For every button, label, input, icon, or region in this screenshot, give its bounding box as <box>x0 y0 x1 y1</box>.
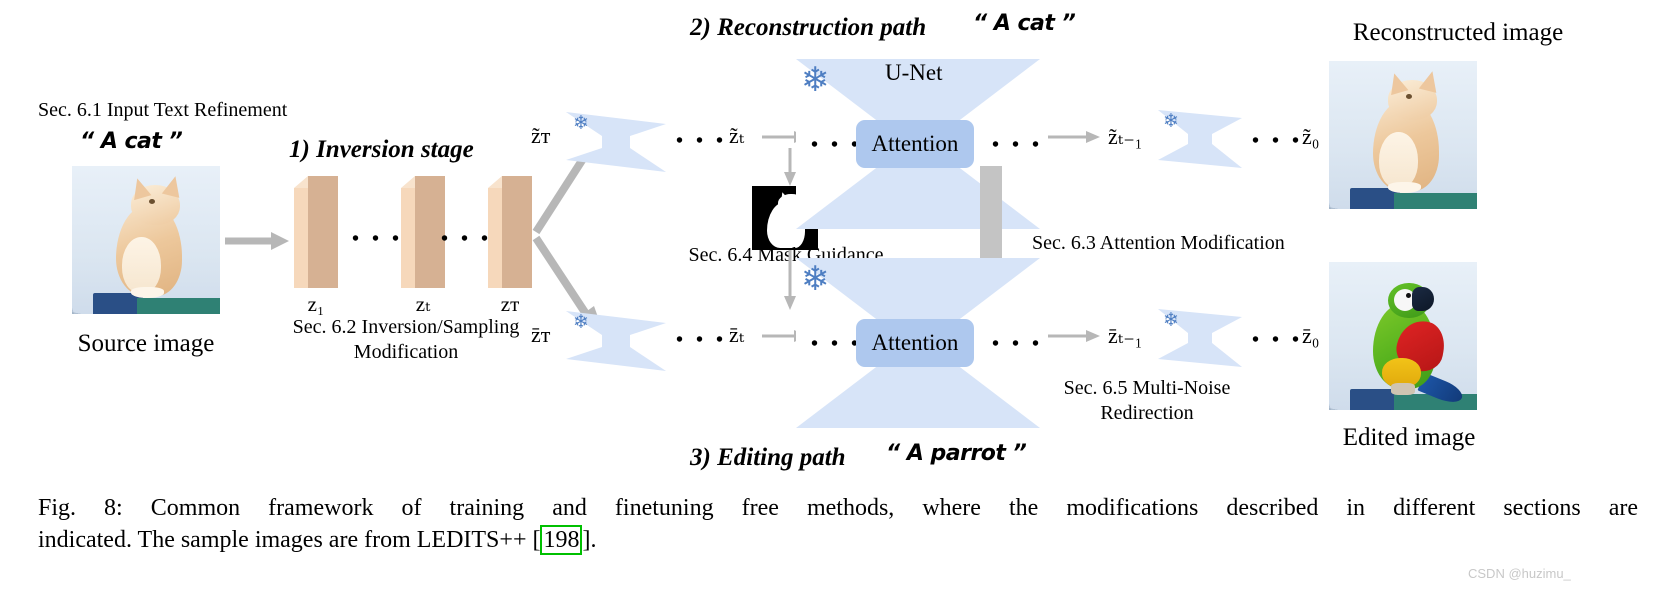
edit-latent-zt-label: z̄ₜ <box>729 322 745 347</box>
inversion-stage-title: 1) Inversion stage <box>289 136 474 163</box>
citation-link[interactable]: 198 <box>540 525 583 556</box>
cat-chest <box>122 237 161 294</box>
cat-chest <box>1379 132 1418 189</box>
photo-ledge <box>137 297 220 314</box>
edit-latent-zt-1-label: z̄ₜ₋₁ <box>1108 323 1143 348</box>
latent-slab-zt-label: zₜ <box>415 292 431 316</box>
recon-dots-left: • • • <box>676 130 728 152</box>
watermark: CSDN @huzimu_ <box>1468 566 1571 581</box>
edit-unet-dots-out: • • • <box>992 333 1044 355</box>
snowflake-icon: ❄ <box>801 62 830 99</box>
arrow-edit-unet-to-zt-1 <box>1048 330 1100 342</box>
figure-caption-line-2-suffix: ]. <box>582 527 597 554</box>
snowflake-icon: ❄ <box>1163 111 1179 132</box>
snowflake-icon: ❄ <box>573 312 589 333</box>
slab-dots-2: • • • <box>441 228 493 250</box>
editing-prompt-text: “ A parrot ” <box>886 441 1027 466</box>
slab-dots-1: • • • <box>352 228 404 250</box>
section-6-5-line2: Redirection <box>1100 402 1194 424</box>
slab-top-face <box>401 176 415 188</box>
recon-dots-right: • • • <box>1252 130 1304 152</box>
snowflake-icon: ❄ <box>801 261 830 298</box>
slab-front-face <box>488 188 502 288</box>
photo-ledge <box>1394 192 1477 209</box>
attention-block-recon-label: Attention <box>871 131 959 156</box>
edit-dots-right: • • • <box>1252 329 1304 351</box>
section-6-5-line1: Sec. 6.5 Multi-Noise <box>1063 377 1231 399</box>
source-image <box>72 166 220 314</box>
unet-label: U-Net <box>885 60 943 85</box>
edit-dots-left: • • • <box>676 329 728 351</box>
cat-eye <box>148 198 155 204</box>
attention-block-edit-label: Attention <box>871 330 959 355</box>
recon-latent-zt-1-label: z̃ₜ₋₁ <box>1108 124 1143 149</box>
arrow-recon-unet-to-zt-1 <box>1048 131 1100 143</box>
section-6-2-line2: Modification <box>353 341 459 363</box>
editing-path-title: 3) Editing path <box>690 444 846 471</box>
edited-image-caption: Edited image <box>1342 424 1476 451</box>
reconstructed-image <box>1329 61 1477 209</box>
figure-caption-line-1: Fig. 8: Common framework of training and… <box>38 495 1638 521</box>
edit-latent-z0-label: z̄₀ <box>1302 323 1320 348</box>
source-prompt-text: “ A cat ” <box>80 129 183 154</box>
edit-unet-dots-in: • • • <box>811 333 863 355</box>
reconstruction-prompt-text: “ A cat ” <box>973 11 1076 36</box>
recon-latent-zt-label: z̃ₜ <box>729 123 745 148</box>
slab-top-face <box>488 176 502 188</box>
snowflake-icon: ❄ <box>573 113 589 134</box>
cat-eye <box>1405 93 1412 99</box>
parrot-feet <box>1391 383 1415 396</box>
cat-paws <box>1388 182 1421 193</box>
recon-unet-dots-in: • • • <box>811 134 863 156</box>
recon-unet-dots-out: • • • <box>992 134 1044 156</box>
source-image-caption: Source image <box>77 330 215 357</box>
recon-latent-zT-label: z̃ᴛ <box>531 123 551 148</box>
reconstructed-image-caption: Reconstructed image <box>1352 19 1564 46</box>
slab-front-face <box>294 188 308 288</box>
figure-caption-line-2: indicated. The sample images are from LE… <box>38 524 1638 556</box>
slab-top-face <box>294 176 308 188</box>
reconstruction-path-title: 2) Reconstruction path <box>690 14 927 41</box>
section-6-2-label: Sec. 6.2 Inversion/Sampling Modification <box>256 315 556 365</box>
parrot-beak <box>1411 287 1435 311</box>
recon-latent-z0-label: z̃₀ <box>1302 124 1320 149</box>
parrot-eye <box>1405 293 1411 299</box>
section-6-1-label: Sec. 6.1 Input Text Refinement <box>38 99 288 121</box>
section-6-2-line1: Sec. 6.2 Inversion/Sampling <box>292 316 520 338</box>
slab-side-face <box>308 176 338 288</box>
cat-paws <box>131 287 164 298</box>
section-6-3-label: Sec. 6.3 Attention Modification <box>1032 232 1285 254</box>
section-6-5-label: Sec. 6.5 Multi-Noise Redirection <box>1022 376 1272 426</box>
edit-latent-zT-label: z̄ᴛ <box>531 322 551 347</box>
arrow-source-to-inversion <box>225 232 289 250</box>
latent-slab-z1-label: z₁ <box>307 292 325 316</box>
figure-caption: Fig. 8: Common framework of training and… <box>38 492 1638 557</box>
slab-front-face <box>401 188 415 288</box>
figure-caption-line-2-prefix: indicated. The sample images are from LE… <box>38 527 541 554</box>
edited-image <box>1329 262 1477 410</box>
snowflake-icon: ❄ <box>1163 310 1179 331</box>
